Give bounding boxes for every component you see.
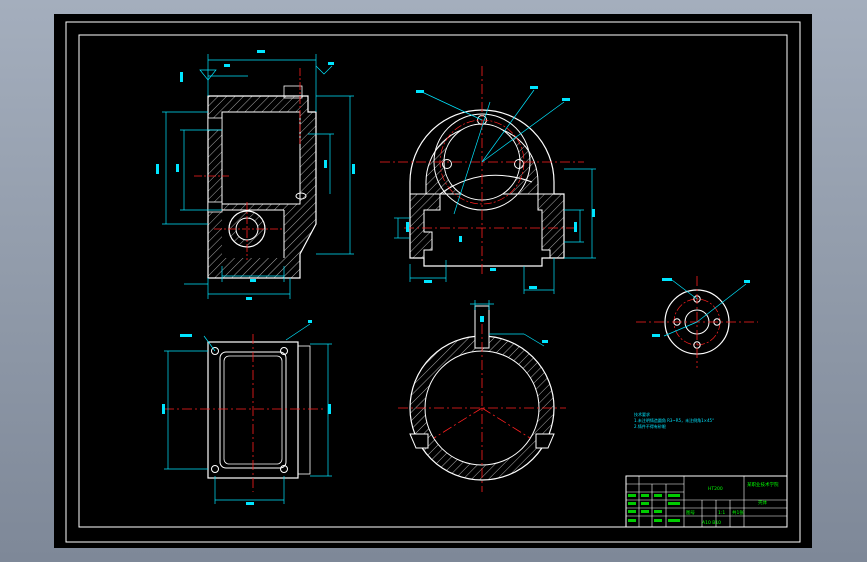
notes-line-2: 2.铸件不得有砂眼 (634, 423, 666, 429)
title-block-school: 某职业技术学院 (747, 481, 779, 488)
notes-line-1: 1.未注明铸造圆角 R3~R5，未注倒角1×45° (634, 417, 714, 423)
top-view (162, 320, 332, 505)
title-block: HT200 某职业技术学院 壳体 图号 1:1 共1张 A10 B10 (625, 475, 788, 528)
flange-view (636, 276, 758, 368)
title-block-sheet: 共1张 (732, 509, 744, 516)
ring-section-view (398, 300, 566, 492)
title-block-footer: A10 B10 (702, 520, 721, 526)
title-block-drawing-no: 图号 (686, 510, 695, 516)
title-block-material: HT200 (708, 486, 723, 492)
title-block-scale: 1:1 (718, 510, 725, 516)
cad-drawing: 技术要求 1.未注明铸造圆角 R3~R5，未注倒角1×45° 2.铸件不得有砂眼… (65, 21, 801, 543)
drawing-sheet: 技术要求 1.未注明铸造圆角 R3~R5，未注倒角1×45° 2.铸件不得有砂眼… (54, 14, 812, 548)
title-block-part-name: 壳体 (758, 499, 767, 506)
outer-border (65, 21, 801, 543)
technical-notes: 技术要求 1.未注明铸造圆角 R3~R5，未注倒角1×45° 2.铸件不得有砂眼 (634, 411, 714, 429)
front-section-view (156, 50, 355, 300)
notes-heading: 技术要求 (634, 411, 650, 417)
side-section-view (380, 66, 596, 294)
